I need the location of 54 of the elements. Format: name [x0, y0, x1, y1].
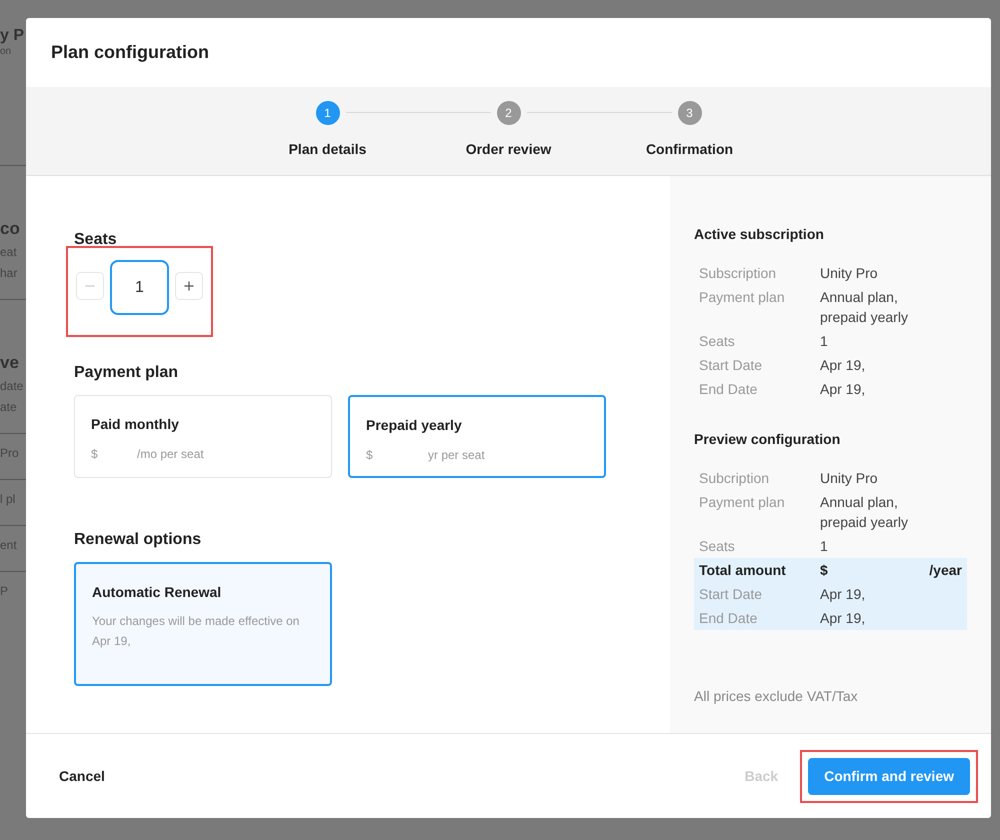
row-label: Seats [699, 537, 736, 556]
row-label: End Date [699, 380, 758, 399]
option-card[interactable]: Automatic Renewal Your changes will be made effective on Apr 19, [74, 562, 332, 686]
background-text: y P [0, 26, 26, 46]
row-label: Seats [699, 332, 736, 351]
step-number: 3 [678, 101, 702, 125]
step-tab[interactable]: Plan details [288, 139, 366, 160]
step-tab[interactable]: Order review [466, 139, 552, 160]
background-text: ve [0, 352, 20, 373]
option-title: Prepaid yearly [366, 416, 463, 435]
row-label: Payment plan [699, 288, 786, 307]
row-value: 1 [820, 332, 829, 351]
step-tab[interactable]: Confirmation [646, 139, 734, 160]
option-card[interactable]: Prepaid yearly $ yr per seat [348, 395, 606, 478]
row-label: Payment plan [699, 493, 786, 512]
price-currency: $ [91, 446, 99, 463]
seats-input[interactable]: 1 [110, 260, 169, 315]
row-value: Apr 19, [820, 356, 866, 375]
summary-heading: Active subscription [694, 225, 825, 244]
increment-button[interactable] [175, 272, 203, 300]
option-description: Your changes will be made effective on Apr 19, [92, 613, 300, 650]
row-label: Subscription [699, 264, 778, 283]
step-number: 1 [316, 101, 340, 125]
row-value: Apr 19, [820, 380, 866, 399]
row-label: Subcription [699, 469, 770, 488]
row-value: Unity Pro [820, 264, 879, 283]
dialog-title: Plan configuration [51, 41, 210, 64]
price-currency: $ [366, 447, 374, 464]
section-heading: Payment plan [74, 363, 180, 383]
row-value: Unity Pro [820, 469, 879, 488]
row-value-suffix: /year [929, 561, 962, 580]
row-label: End Date [699, 609, 758, 628]
step-number: 2 [496, 101, 520, 125]
cancel-button[interactable]: Cancel [59, 766, 105, 786]
row-value: Annual plan, prepaid yearly [820, 493, 909, 532]
row-value: Apr 19, [820, 585, 866, 604]
option-title: Paid monthly [91, 415, 180, 434]
row-label: Start Date [699, 356, 764, 375]
option-title: Automatic Renewal [92, 583, 222, 602]
price-unit: /mo per seat [137, 446, 204, 463]
option-card[interactable]: Paid monthly $ /mo per seat [74, 395, 332, 478]
row-value: $ [820, 561, 829, 580]
background-text: co [0, 218, 21, 239]
row-value: Apr 19, [820, 609, 866, 628]
tax-note: All prices exclude VAT/Tax [694, 687, 859, 706]
row-value: Annual plan, prepaid yearly [820, 288, 909, 327]
section-heading: Seats [74, 230, 118, 250]
row-value: 1 [820, 537, 829, 556]
summary-heading: Preview configuration [694, 430, 842, 449]
plus-icon [182, 279, 196, 293]
section-heading: Renewal options [74, 530, 202, 550]
price-unit: yr per seat [428, 447, 485, 464]
row-label: Total amount [699, 561, 787, 580]
row-label: Start Date [699, 585, 764, 604]
